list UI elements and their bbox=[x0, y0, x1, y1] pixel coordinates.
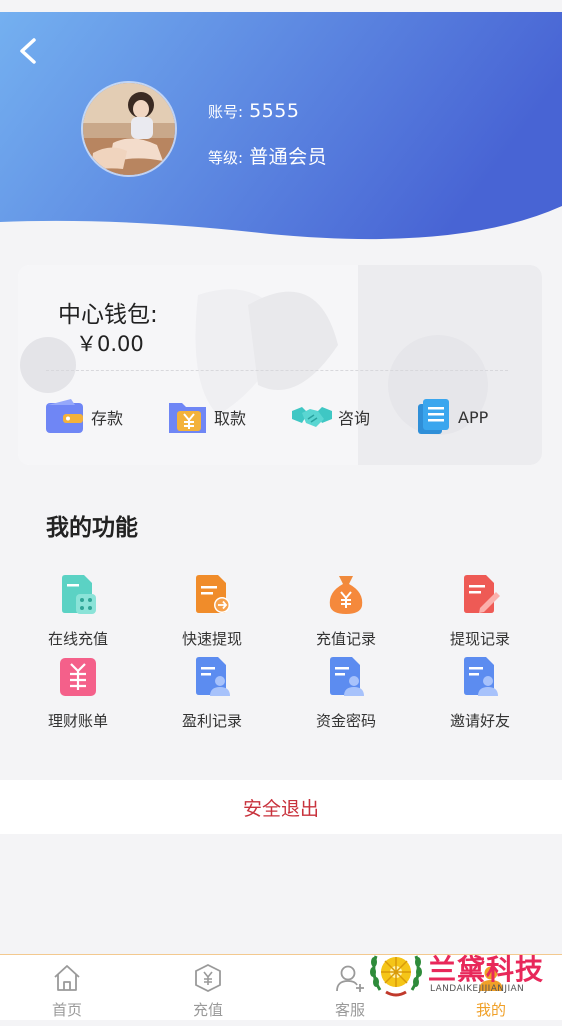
laurel-logo-icon bbox=[370, 955, 422, 997]
back-button[interactable] bbox=[14, 34, 44, 68]
withdraw-record-button[interactable]: 提现记录 bbox=[415, 574, 545, 649]
online-recharge-button[interactable]: 在线充值 bbox=[13, 574, 143, 649]
tab-profile-label: 我的 bbox=[475, 1001, 506, 1019]
handshake-icon bbox=[292, 407, 332, 427]
profit-record-label: 盈利记录 bbox=[181, 712, 242, 730]
finance-bill-button[interactable]: 理财账单 bbox=[13, 656, 143, 731]
chevron-left-icon bbox=[20, 38, 36, 64]
account-row: 账号: 5555 bbox=[208, 100, 299, 122]
app-button[interactable]: APP bbox=[416, 399, 488, 435]
account-label: 账号: bbox=[208, 103, 244, 121]
finance-bill-label: 理财账单 bbox=[47, 712, 108, 730]
watermark-title: 兰黛科技 bbox=[428, 953, 545, 986]
money-bag-icon bbox=[329, 576, 363, 614]
wallet-amount: ￥0.00 bbox=[76, 332, 144, 356]
withdraw-record-label: 提现记录 bbox=[449, 630, 510, 648]
divider bbox=[46, 370, 508, 371]
level-value: 普通会员 bbox=[249, 146, 328, 168]
level-label: 等级: bbox=[208, 149, 244, 167]
wallet-title: 中心钱包: bbox=[58, 302, 158, 328]
wallet-card: 中心钱包: ￥0.00 存款 取款 咨询 APP bbox=[18, 265, 542, 465]
recharge-record-button[interactable]: 充值记录 bbox=[281, 574, 411, 649]
invite-friend-button[interactable]: 邀请好友 bbox=[415, 656, 545, 731]
level-row: 等级: 普通会员 bbox=[208, 142, 327, 169]
invite-friend-label: 邀请好友 bbox=[449, 712, 510, 730]
wallet-icon bbox=[46, 399, 83, 433]
invite-friend-icon bbox=[464, 657, 498, 696]
deposit-button[interactable]: 存款 bbox=[45, 399, 123, 435]
withdraw-button[interactable]: 取款 bbox=[168, 399, 246, 435]
tab-home-label: 首页 bbox=[51, 1001, 82, 1019]
customer-service-icon bbox=[336, 965, 364, 992]
avatar-photo bbox=[83, 83, 175, 175]
tab-recharge[interactable]: 充值 bbox=[168, 963, 248, 1020]
profile-header: 账号: 5555 等级: 普通会员 bbox=[0, 12, 562, 244]
avatar[interactable] bbox=[81, 81, 177, 177]
account-value: 5555 bbox=[249, 100, 300, 122]
online-recharge-icon bbox=[62, 575, 96, 614]
profit-record-icon bbox=[196, 657, 230, 696]
online-recharge-label: 在线充值 bbox=[47, 630, 108, 648]
watermark-logo: 兰黛科技 LANDAIKEJIJIANJIAN bbox=[368, 946, 548, 1000]
withdraw-label: 取款 bbox=[214, 409, 247, 428]
tab-recharge-label: 充值 bbox=[192, 1001, 223, 1019]
quick-withdraw-icon bbox=[196, 575, 230, 613]
recharge-icon bbox=[195, 963, 221, 993]
tab-home[interactable]: 首页 bbox=[27, 963, 107, 1020]
app-label: APP bbox=[458, 407, 489, 427]
home-icon bbox=[54, 965, 80, 991]
fund-password-icon bbox=[330, 657, 364, 696]
fund-password-label: 资金密码 bbox=[315, 712, 376, 730]
recharge-record-label: 充值记录 bbox=[315, 630, 376, 648]
consult-label: 咨询 bbox=[338, 409, 371, 428]
edit-record-icon bbox=[464, 575, 500, 613]
finance-bill-icon bbox=[60, 658, 96, 696]
consult-button[interactable]: 咨询 bbox=[292, 399, 370, 435]
tab-customer-service-label: 客服 bbox=[334, 1001, 365, 1019]
document-icon bbox=[418, 399, 449, 434]
right-margin bbox=[562, 0, 571, 1026]
fund-password-button[interactable]: 资金密码 bbox=[281, 656, 411, 731]
profile-page: 账号: 5555 等级: 普通会员 中心钱包: ￥0.00 存款 取款 咨询 A… bbox=[0, 0, 562, 1026]
watermark-subtitle: LANDAIKEJIJIANJIAN bbox=[430, 984, 525, 994]
logout-button[interactable]: 安全退出 bbox=[0, 780, 562, 834]
logout-label: 安全退出 bbox=[242, 797, 319, 820]
deposit-label: 存款 bbox=[91, 409, 124, 428]
functions-title: 我的功能 bbox=[46, 515, 138, 541]
quick-withdraw-button[interactable]: 快速提现 bbox=[147, 574, 277, 649]
quick-withdraw-label: 快速提现 bbox=[181, 630, 242, 648]
profit-record-button[interactable]: 盈利记录 bbox=[147, 656, 277, 731]
yuan-folder-icon bbox=[169, 403, 206, 433]
